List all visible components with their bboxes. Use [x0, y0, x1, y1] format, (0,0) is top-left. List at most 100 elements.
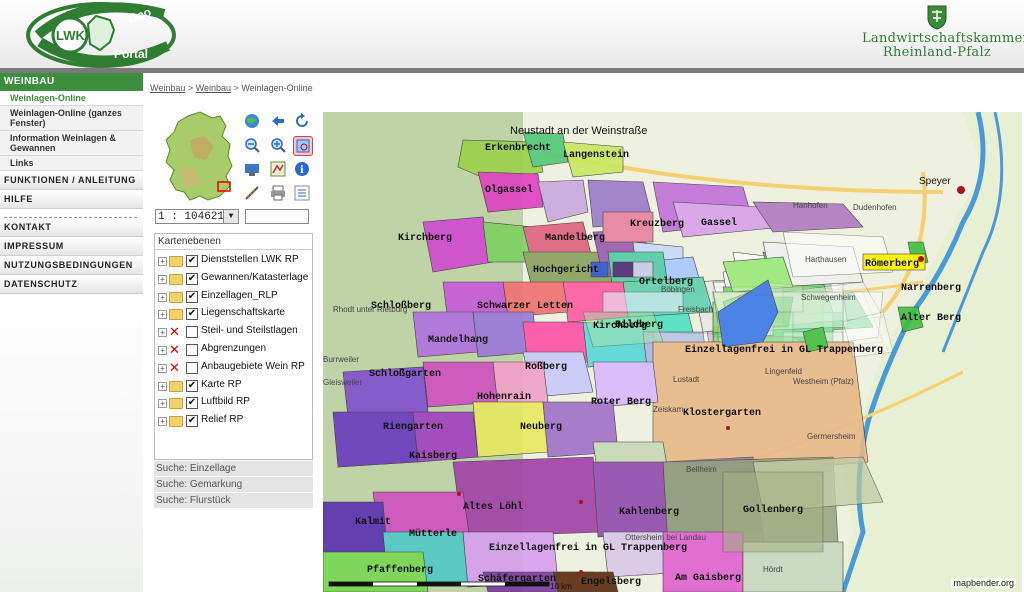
- expand-icon[interactable]: +: [158, 257, 167, 266]
- overview-map[interactable]: [160, 110, 240, 204]
- lwk-name-line2: Rheinland-Pfalz: [882, 45, 992, 60]
- svg-text:i: i: [300, 165, 304, 176]
- layer-row[interactable]: + ✔ Einzellagen_RLP: [157, 290, 312, 306]
- map-label: Pfaffenberg: [367, 564, 433, 576]
- map-label: Rhodt unter Rietburg: [333, 305, 407, 314]
- map-legend-icon[interactable]: [269, 160, 287, 178]
- nav-nutzungsbedingungen[interactable]: NUTZUNGSBEDINGUNGEN: [0, 256, 143, 275]
- layer-row[interactable]: + ✔ Liegenschaftskarte: [157, 307, 312, 323]
- map-label: Mandelberg: [545, 232, 605, 244]
- map-label: Erkenbrecht: [485, 142, 551, 154]
- expand-icon[interactable]: +: [158, 346, 167, 355]
- map-label: Bellheim: [686, 465, 717, 474]
- layer-checkbox[interactable]: ✔: [186, 415, 198, 428]
- layer-row[interactable]: + ✔ Gewannen/Katasterlage: [157, 272, 312, 288]
- layer-row[interactable]: + ✕ Anbaugebiete Wein RP: [157, 360, 312, 377]
- list-icon[interactable]: [293, 184, 311, 202]
- map-label: Kirchberg: [398, 232, 452, 244]
- layer-row[interactable]: + ✕ Abgrenzungen: [157, 342, 312, 359]
- back-arrow-icon[interactable]: [269, 112, 287, 130]
- folder-icon: [169, 416, 183, 428]
- map-label: Kreuzberg: [630, 218, 684, 230]
- layer-checkbox[interactable]: [186, 344, 198, 356]
- zoom-box-icon[interactable]: [293, 136, 313, 156]
- expand-icon[interactable]: +: [158, 274, 167, 284]
- map-label: Gleisweiler: [323, 378, 362, 387]
- info-icon[interactable]: i: [293, 160, 311, 178]
- layer-row[interactable]: + ✔ Relief RP: [157, 414, 312, 430]
- layer-label: Luftbild RP: [201, 396, 250, 408]
- map-label: Einzellagenfrei in GL Trappenberg: [489, 542, 687, 554]
- layer-row[interactable]: + ✔ Dienststellen LWK RP: [157, 254, 312, 270]
- breadcrumb-weinbau-1[interactable]: Weinbau: [150, 83, 185, 93]
- nav-funktionen-anleitung[interactable]: FUNKTIONEN / ANLEITUNG: [0, 171, 143, 190]
- breadcrumb-current: Weinlagen-Online: [241, 83, 313, 93]
- nav-information-weinlagen[interactable]: Information Weinlagen & Gewannen: [0, 131, 143, 156]
- nav-impressum[interactable]: IMPRESSUM: [0, 237, 143, 256]
- nav-links[interactable]: Links: [0, 156, 143, 171]
- map-label: Ottersheim bei Landau: [625, 533, 706, 542]
- layer-tree-title: Kartenebenen: [155, 234, 312, 250]
- lwk-rlp-logo[interactable]: Landwirtschaftskammer Rheinland-Pfalz: [862, 4, 1024, 64]
- map-label: Zeiskam: [653, 405, 684, 414]
- expand-icon[interactable]: +: [158, 328, 167, 338]
- nav-section-weinbau[interactable]: WEINBAU: [0, 73, 143, 91]
- map-label: Alter Berg: [901, 312, 961, 324]
- zoom-out-icon[interactable]: [243, 136, 261, 154]
- expand-icon[interactable]: +: [158, 417, 167, 427]
- layer-checkbox[interactable]: ✔: [186, 290, 198, 303]
- measure-icon[interactable]: [243, 184, 261, 202]
- expand-icon[interactable]: +: [158, 363, 167, 373]
- map-view[interactable]: Neustadt an der Weinstraße Erkenbrecht Lan…: [323, 112, 1022, 592]
- layer-checkbox[interactable]: ✔: [186, 255, 198, 267]
- layer-checkbox[interactable]: ✔: [186, 379, 198, 392]
- zoom-in-icon[interactable]: [269, 136, 287, 154]
- expand-icon[interactable]: +: [158, 310, 167, 320]
- map-credit[interactable]: mapbender.org: [951, 578, 1016, 588]
- layer-tree: Kartenebenen + ✔ Dienststellen LWK RP + ✔ Gew…: [154, 233, 313, 460]
- nav-weinlagen-online-fullwindow[interactable]: Weinlagen-Online (ganzes Fenster): [0, 106, 143, 131]
- expand-icon[interactable]: +: [158, 292, 167, 302]
- layer-checkbox[interactable]: ✔: [186, 308, 198, 321]
- breadcrumb-weinbau-2[interactable]: Weinbau: [196, 83, 231, 93]
- layer-checkbox[interactable]: ✔: [186, 272, 198, 285]
- coordinate-input[interactable]: [245, 209, 309, 224]
- search-flurstueck[interactable]: Suche: Flurstück: [154, 493, 313, 509]
- folder-icon: [169, 309, 183, 321]
- layer-checkbox[interactable]: ✔: [186, 397, 198, 410]
- refresh-icon[interactable]: [293, 112, 311, 130]
- nav-kontakt[interactable]: KONTAKT: [0, 218, 143, 237]
- search-einzellage[interactable]: Suche: Einzellage: [154, 461, 313, 477]
- folder-icon: [169, 291, 183, 303]
- layer-label: Relief RP: [201, 414, 244, 426]
- layer-checkbox[interactable]: [186, 361, 198, 374]
- layer-label: Einzellagen_RLP: [201, 289, 278, 301]
- print-icon[interactable]: [269, 184, 287, 202]
- scale-select[interactable]: 1 : 104621 ▼: [155, 209, 239, 224]
- lwk-geoportal-logo[interactable]: LWK Geo Portal: [26, 2, 176, 68]
- layer-label: Steil- und Steilstlagen: [201, 325, 298, 337]
- map-label: Mütterle: [409, 528, 457, 540]
- nav-weinlagen-online[interactable]: Weinlagen-Online: [0, 91, 143, 106]
- layer-checkbox[interactable]: [186, 326, 198, 339]
- map-label: Langenstein: [563, 149, 629, 161]
- pan-icon[interactable]: [243, 160, 261, 178]
- layer-label: Abgrenzungen: [201, 343, 267, 354]
- layer-row[interactable]: + ✔ Luftbild RP: [157, 396, 312, 412]
- search-gemarkung[interactable]: Suche: Gemarkung: [154, 477, 313, 493]
- breadcrumb-separator: >: [187, 83, 194, 93]
- map-label: Engelsberg: [581, 576, 641, 588]
- map-label: Hohenrain: [477, 391, 531, 403]
- expand-icon[interactable]: +: [158, 399, 167, 409]
- layer-row[interactable]: + ✕ Steil- und Steilstlagen: [157, 324, 312, 341]
- nav-hilfe[interactable]: HILFE: [0, 190, 143, 209]
- nav-datenschutz[interactable]: DATENSCHUTZ: [0, 275, 143, 294]
- map-canvas[interactable]: Neustadt an der Weinstraße Erkenbrecht Lan…: [323, 112, 1022, 592]
- chevron-down-icon: ▼: [223, 210, 238, 223]
- expand-icon[interactable]: +: [158, 381, 167, 391]
- map-label: Freisbach: [678, 305, 713, 314]
- map-scalebar: [328, 581, 550, 587]
- globe-icon[interactable]: [243, 112, 261, 130]
- map-label: Olgassel: [485, 184, 533, 196]
- layer-row[interactable]: + ✔ Karte RP: [157, 379, 312, 395]
